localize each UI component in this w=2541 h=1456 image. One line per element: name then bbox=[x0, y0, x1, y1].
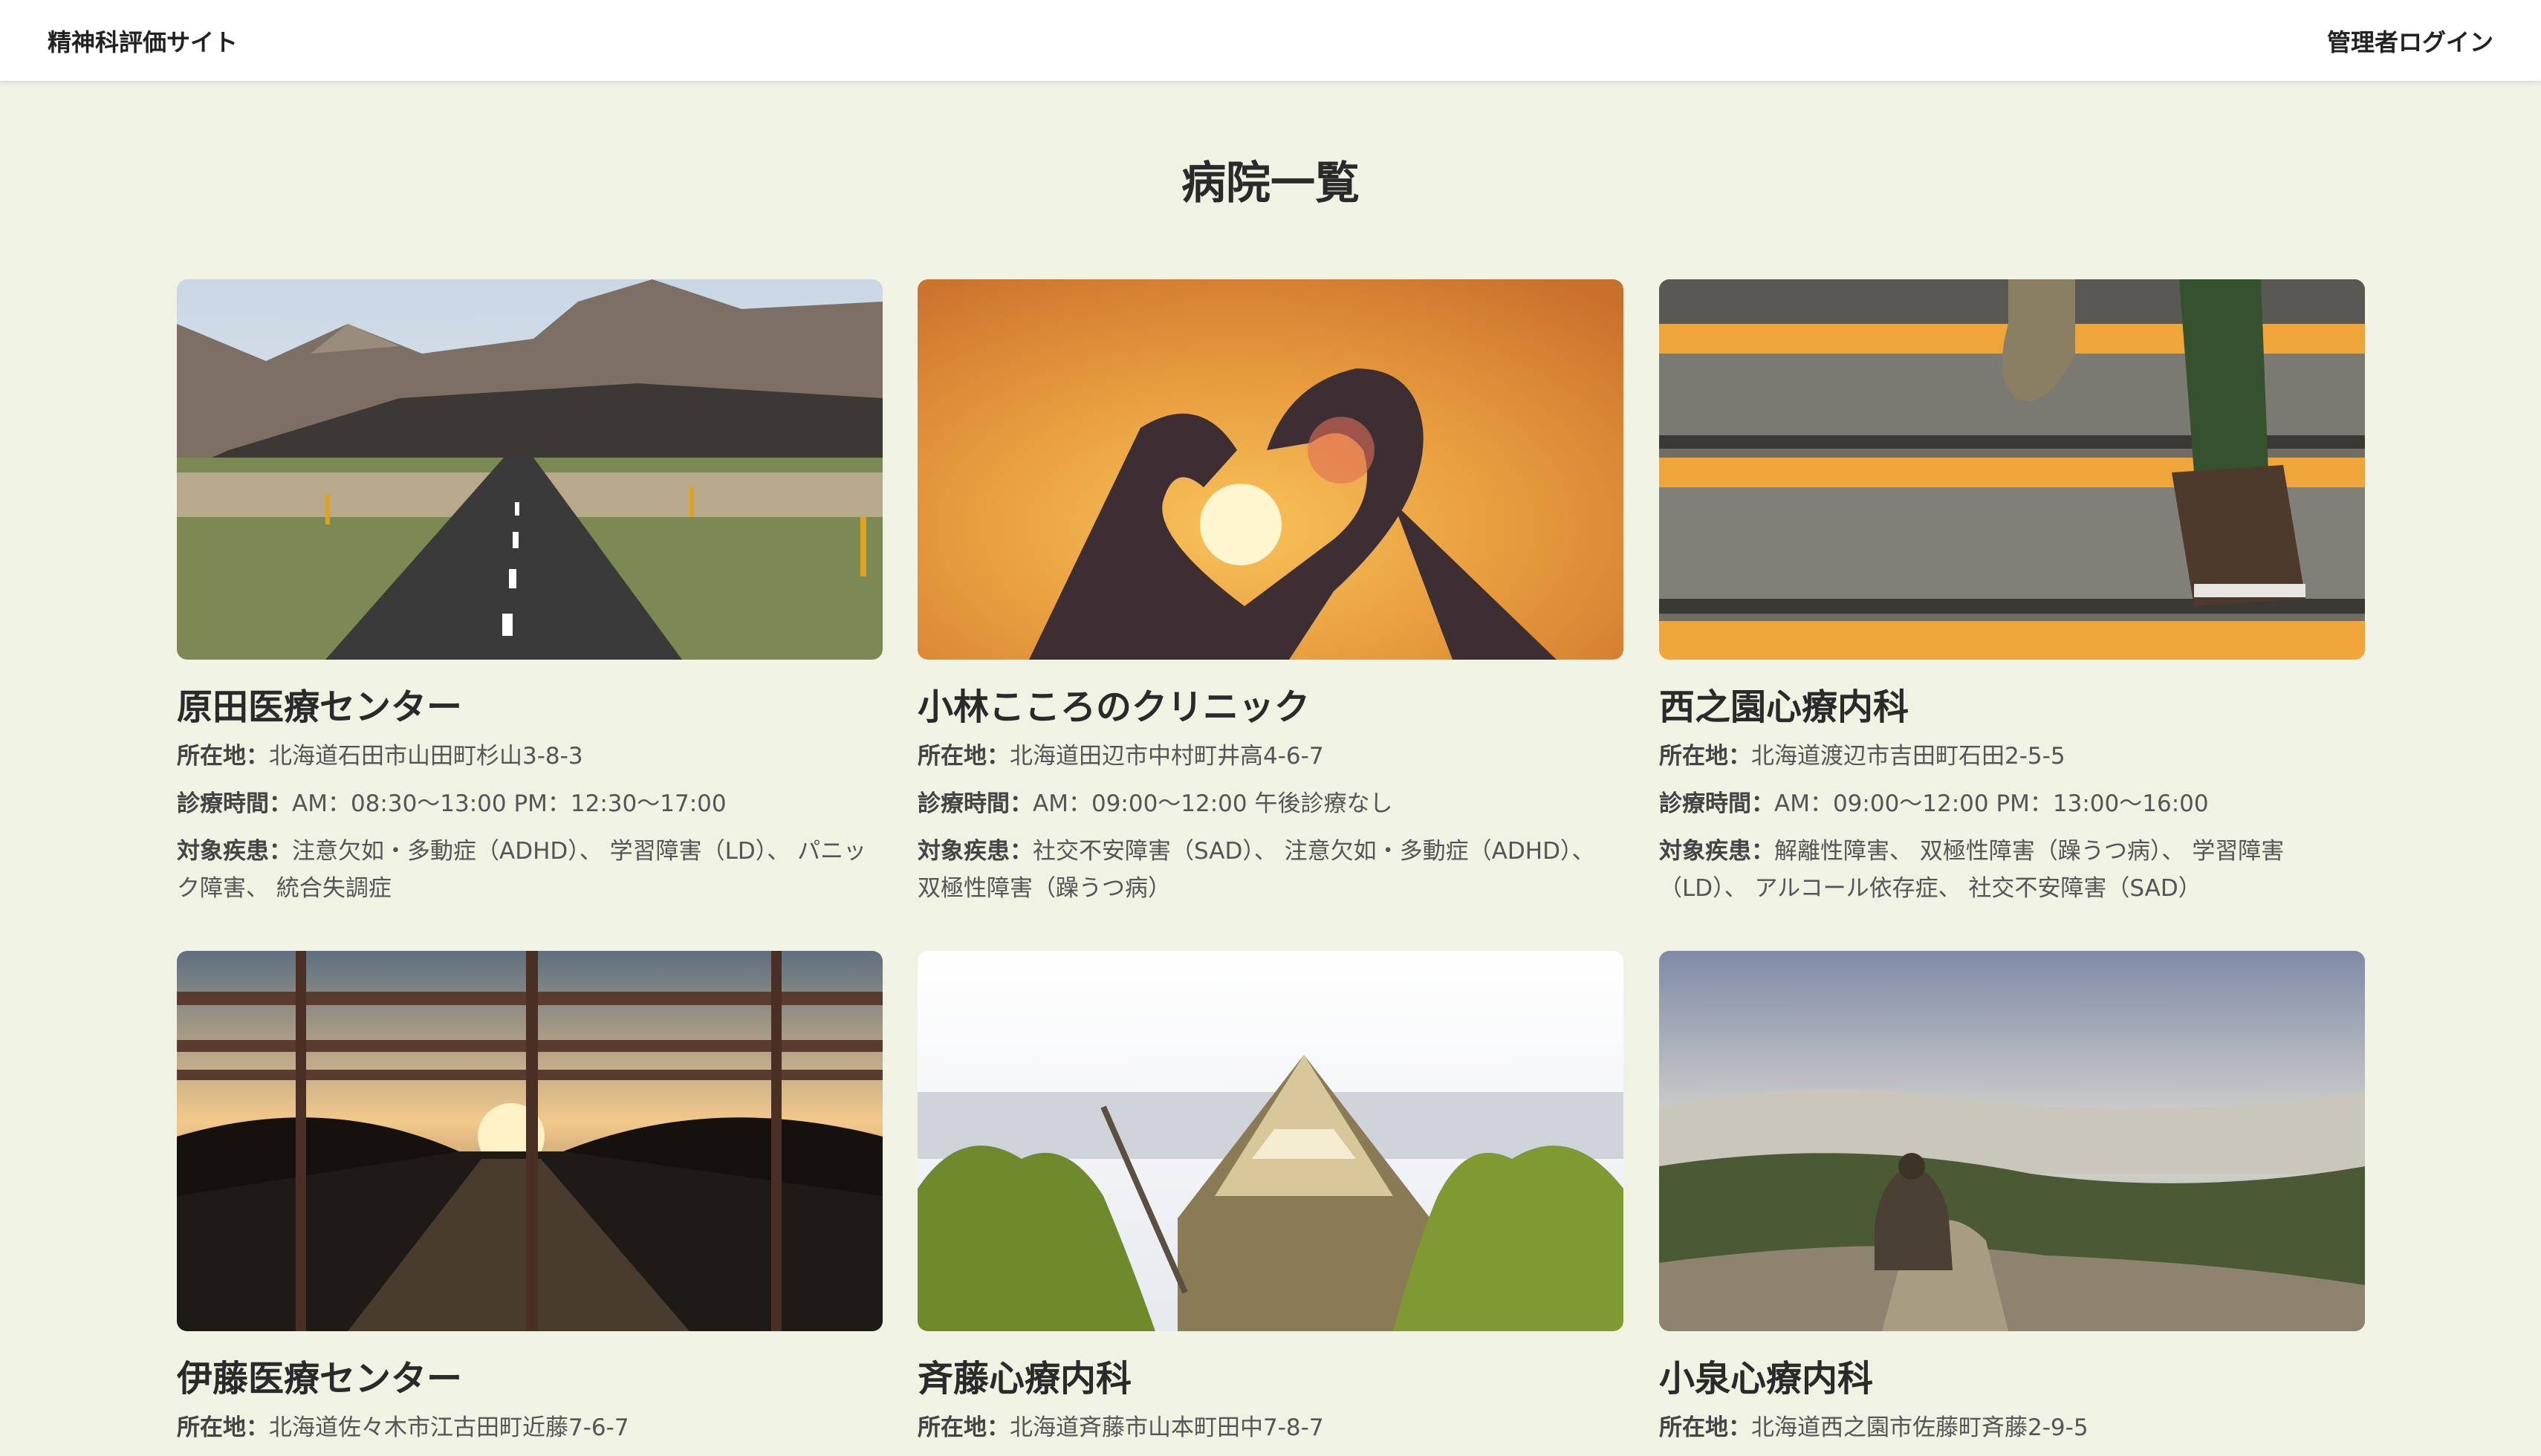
location-row: 所在地：北海道佐々木市江古田町近藤7-6-7 bbox=[177, 1409, 883, 1446]
hospital-image-heart-hands bbox=[918, 279, 1623, 660]
location-value: 北海道田辺市中村町井高4-6-7 bbox=[1010, 743, 1324, 770]
hospital-name[interactable]: 伊藤医療センター bbox=[177, 1349, 462, 1401]
hospital-image-canoe bbox=[918, 951, 1623, 1331]
hospital-image-stairs bbox=[1659, 279, 2365, 660]
hospital-name[interactable]: 西之園心療内科 bbox=[1659, 677, 1909, 729]
hours-row: 診療時間：AM：08:30〜13:00 PM：12:30〜17:00 bbox=[177, 785, 883, 822]
hospital-image-mountain-view bbox=[1659, 951, 2365, 1331]
hours-value: AM：08:30〜13:00 PM：12:30〜17:00 bbox=[292, 790, 727, 817]
hospital-name[interactable]: 小林こころのクリニック bbox=[918, 677, 1310, 729]
admin-login-link[interactable]: 管理者ログイン bbox=[2327, 24, 2493, 58]
location-label: 所在地： bbox=[918, 1414, 1010, 1441]
hours-row: 診療時間：AM：09:00〜12:00 PM：13:00〜16:00 bbox=[1659, 785, 2365, 822]
location-row: 所在地：北海道石田市山田町杉山3-8-3 bbox=[177, 738, 883, 775]
location-label: 所在地： bbox=[177, 743, 269, 770]
location-row: 所在地：北海道渡辺市吉田町石田2-5-5 bbox=[1659, 738, 2365, 775]
location-label: 所在地： bbox=[1659, 743, 1751, 770]
hours-label: 診療時間： bbox=[177, 790, 292, 817]
navbar: 精神科評価サイト 管理者ログイン bbox=[0, 0, 2541, 81]
hospital-name[interactable]: 斉藤心療内科 bbox=[918, 1349, 1132, 1401]
hours-value: AM：09:00〜12:00 午後診療なし bbox=[1033, 790, 1393, 817]
site-title-link[interactable]: 精神科評価サイト bbox=[48, 24, 238, 58]
location-value: 北海道斉藤市山本町田中7-8-7 bbox=[1010, 1414, 1324, 1441]
location-value: 北海道西之園市佐藤町斉藤2-9-5 bbox=[1751, 1414, 2089, 1441]
hours-row: 診療時間：AM：09:00〜12:00 午後診療なし bbox=[918, 785, 1623, 822]
diseases-row: 対象疾患：注意欠如・多動症（ADHD）、 学習障害（LD）、 パニック障害、 統… bbox=[177, 833, 883, 907]
location-row: 所在地：北海道斉藤市山本町田中7-8-7 bbox=[918, 1409, 1623, 1446]
diseases-row: 対象疾患：解離性障害、 双極性障害（躁うつ病）、 学習障害（LD）、 アルコール… bbox=[1659, 833, 2365, 907]
diseases-label: 対象疾患： bbox=[177, 838, 292, 865]
location-value: 北海道石田市山田町杉山3-8-3 bbox=[269, 743, 583, 770]
location-label: 所在地： bbox=[1659, 1414, 1751, 1441]
page-title: 病院一覧 bbox=[1181, 157, 1360, 209]
location-row: 所在地：北海道田辺市中村町井高4-6-7 bbox=[918, 738, 1623, 775]
hours-label: 診療時間： bbox=[918, 790, 1033, 817]
location-row: 所在地：北海道西之園市佐藤町斉藤2-9-5 bbox=[1659, 1409, 2365, 1446]
location-label: 所在地： bbox=[918, 743, 1010, 770]
location-value: 北海道渡辺市吉田町石田2-5-5 bbox=[1751, 743, 2065, 770]
location-value: 北海道佐々木市江古田町近藤7-6-7 bbox=[269, 1414, 629, 1441]
hours-label: 診療時間： bbox=[1659, 790, 1774, 817]
hospital-name[interactable]: 小泉心療内科 bbox=[1659, 1349, 1873, 1401]
hospital-name[interactable]: 原田医療センター bbox=[177, 677, 462, 729]
diseases-row: 対象疾患：社交不安障害（SAD）、 注意欠如・多動症（ADHD）、 双極性障害（… bbox=[918, 833, 1623, 907]
hospital-image-road bbox=[177, 279, 883, 660]
hours-value: AM：09:00〜12:00 PM：13:00〜16:00 bbox=[1774, 790, 2209, 817]
hospital-image-highway-sunset bbox=[177, 951, 883, 1331]
location-label: 所在地： bbox=[177, 1414, 269, 1441]
diseases-label: 対象疾患： bbox=[1659, 838, 1774, 865]
diseases-label: 対象疾患： bbox=[918, 838, 1033, 865]
